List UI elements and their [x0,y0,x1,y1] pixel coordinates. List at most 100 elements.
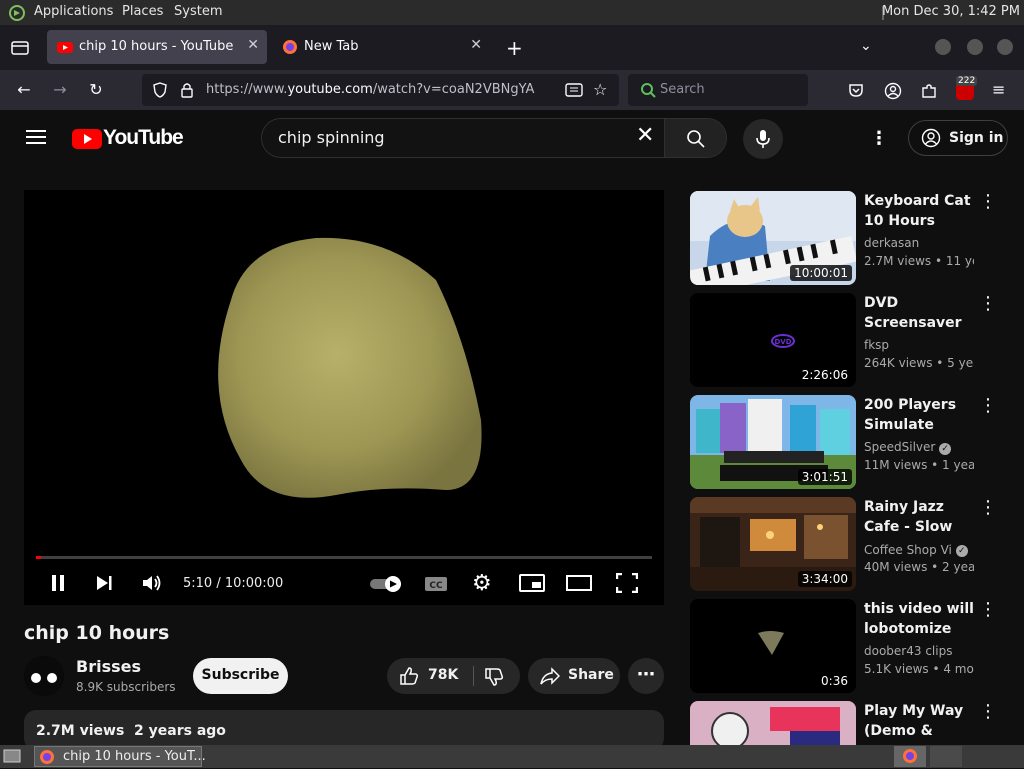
share-button[interactable]: Share [528,658,620,694]
description-box[interactable]: 2.7M views 2 years ago [24,710,664,745]
recommendation-item[interactable]: Play My Way (Demo & Remix) ⋮ [690,701,1000,745]
sign-in-button[interactable]: Sign in [908,120,1008,156]
rec-more-icon[interactable]: ⋮ [978,295,998,315]
theater-mode-icon[interactable] [566,574,592,592]
search-bar[interactable]: Search [628,74,808,106]
svg-text:CC: CC [429,581,443,591]
rec-more-icon[interactable]: ⋮ [978,397,998,417]
hamburger-menu-icon[interactable]: ≡ [992,80,1005,99]
distro-logo-icon[interactable] [8,4,26,22]
system-menu[interactable]: System [174,4,222,19]
settings-gear-icon[interactable]: ⚙ [472,573,494,595]
subscribe-button[interactable]: Subscribe [193,658,288,694]
duration-badge: 3:34:00 [797,571,852,587]
tab-youtube[interactable]: chip 10 hours - YouTube ✕ [47,30,267,64]
channel-avatar[interactable] [24,656,64,696]
voice-search-button[interactable] [743,119,783,159]
panel-clock[interactable]: Mon Dec 30, 1:42 PM [882,4,1020,19]
rec-title[interactable]: Rainy Jazz Cafe - Slow Jazz Music [864,497,976,537]
rec-title[interactable]: 200 Players Simulate Civilization [864,395,976,435]
url-text[interactable]: https://www.youtube.com/watch?v=coaN2VBN… [206,82,534,97]
rec-more-icon[interactable]: ⋮ [978,703,998,723]
rec-title[interactable]: Play My Way (Demo & Remix) [864,701,976,741]
verified-check-icon: ✓ [955,545,968,557]
window-maximize-icon[interactable] [967,39,983,55]
rec-thumbnail[interactable]: DVD 2:26:06 [690,293,856,387]
rec-more-icon[interactable]: ⋮ [978,193,998,213]
reader-view-icon[interactable] [565,82,583,98]
recommendation-item[interactable]: 3:34:00 Rainy Jazz Cafe - Slow Jazz Musi… [690,497,1000,591]
reload-icon[interactable]: ↻ [84,78,108,102]
recommendation-item[interactable]: DVD 2:26:06 DVD Screensaver test fksp 26… [690,293,1000,387]
padlock-icon[interactable] [180,82,194,98]
youtube-logo-icon[interactable] [72,129,102,149]
miniplayer-icon[interactable] [519,573,545,593]
channel-name[interactable]: Brisses [76,657,141,676]
settings-more-icon[interactable]: ⋮ [870,128,888,149]
rec-more-icon[interactable]: ⋮ [978,601,998,621]
rec-channel[interactable]: derkasan [864,236,919,250]
url-bar[interactable]: https://www.youtube.com/watch?v=coaN2VBN… [142,74,619,106]
youtube-search-button[interactable] [664,119,726,157]
more-actions-button[interactable]: ⋯ [628,658,664,694]
taskbar-window-button[interactable]: chip 10 hours - YouT... [34,746,206,767]
dislike-button[interactable] [474,658,520,694]
recommendation-item[interactable]: 10:00:01 Keyboard Cat 10 Hours derkasan … [690,191,1000,285]
like-button[interactable]: 78K [387,658,473,694]
rec-thumbnail[interactable]: 3:01:51 [690,395,856,489]
autoplay-toggle[interactable] [368,575,404,593]
pocket-icon[interactable] [848,82,864,98]
extension-badge: 222 [956,76,978,86]
rec-title[interactable]: this video will lobotomize you [864,599,976,639]
rec-more-icon[interactable]: ⋮ [978,499,998,519]
pause-icon[interactable] [48,573,68,593]
tab-new-tab[interactable]: New Tab ✕ [272,30,490,64]
rec-channel[interactable]: doober43 clips [864,644,952,658]
rec-channel[interactable]: fksp [864,338,889,352]
show-desktop-icon[interactable] [3,748,21,764]
rec-thumbnail[interactable] [690,701,856,745]
close-tab-icon[interactable]: ✕ [470,37,482,53]
workspace-switcher[interactable] [894,746,926,767]
progress-bar[interactable] [36,556,652,559]
rec-channel[interactable]: SpeedSilver ✓ [864,440,952,455]
places-menu[interactable]: Places [122,4,163,19]
account-icon[interactable] [884,82,902,100]
video-frame[interactable] [136,190,552,550]
rec-meta: 264K views • 5 years ago [864,356,974,370]
bookmark-star-icon[interactable]: ☆ [593,80,607,99]
youtube-logo-text[interactable]: YouTube [103,126,184,150]
next-video-icon[interactable] [94,573,114,593]
forward-arrow-icon[interactable]: → [48,78,72,102]
extensions-puzzle-icon[interactable] [920,82,938,100]
fullscreen-icon[interactable] [615,572,639,594]
recommendation-item[interactable]: 0:36 this video will lobotomize you doob… [690,599,1000,693]
rec-meta: 2.7M views • 11 years ago [864,254,974,268]
close-tab-icon[interactable]: ✕ [247,37,259,53]
rec-title[interactable]: Keyboard Cat 10 Hours [864,191,976,231]
window-close-icon[interactable] [997,39,1013,55]
bottom-taskbar: chip 10 hours - YouT... [0,745,1024,768]
guide-menu-icon[interactable] [25,128,47,146]
window-minimize-icon[interactable] [935,39,951,55]
applications-menu[interactable]: Applications [34,4,113,19]
share-arrow-icon [540,666,561,686]
captions-cc-icon[interactable]: CC [424,574,448,594]
recommendation-item[interactable]: 3:01:51 200 Players Simulate Civilizatio… [690,395,1000,489]
back-arrow-icon[interactable]: ← [12,78,36,102]
volume-icon[interactable] [141,573,163,593]
rec-title[interactable]: DVD Screensaver test [864,293,976,333]
rec-channel[interactable]: Coffee Shop Vibes ✓ [864,542,968,557]
video-player[interactable]: 5:10 / 10:00:00 CC ⚙ [24,190,664,605]
tracking-shield-icon[interactable] [152,82,168,98]
search-engine-icon[interactable] [640,82,656,98]
clear-search-icon[interactable]: ✕ [636,123,654,148]
rec-thumbnail[interactable]: 3:34:00 [690,497,856,591]
workspace-2[interactable] [930,746,962,767]
youtube-search-input[interactable]: chip spinning ✕ [262,119,666,157]
new-tab-plus-icon[interactable]: + [506,36,523,60]
list-all-tabs-chevron-icon[interactable]: ⌄ [860,38,872,54]
rec-thumbnail[interactable]: 0:36 [690,599,856,693]
rec-thumbnail[interactable]: 10:00:01 [690,191,856,285]
tab-list-icon[interactable] [10,38,30,58]
